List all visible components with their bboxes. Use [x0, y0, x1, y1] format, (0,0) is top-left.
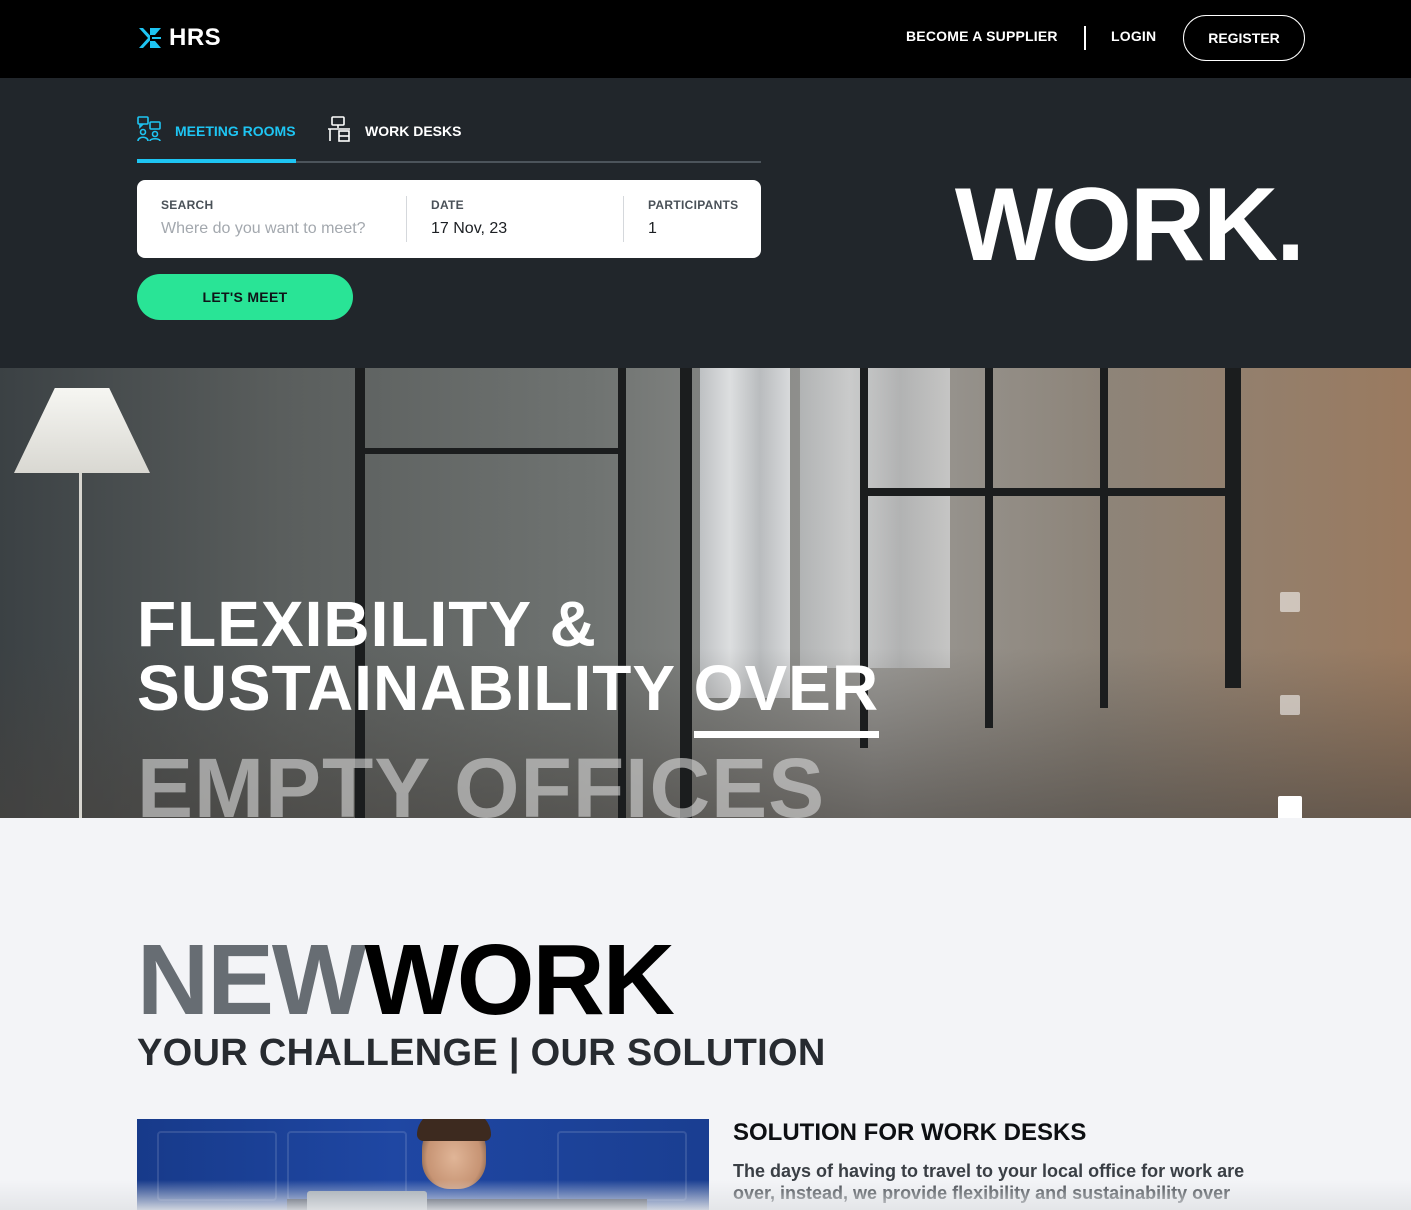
logo-text: HRS	[169, 24, 222, 51]
participants-label: PARTICIPANTS	[648, 198, 739, 212]
work-headline: WORK.	[954, 167, 1305, 283]
hero-line-3: EMPTY OFFICES	[137, 741, 826, 818]
hrs-logo[interactable]: HRS	[137, 24, 221, 52]
newwork-new: NEW	[137, 924, 366, 1036]
work-desk-icon	[328, 116, 350, 142]
login-link[interactable]: LOGIN	[1111, 28, 1156, 44]
top-navigation: HRS BECOME A SUPPLIER LOGIN REGISTER	[0, 0, 1411, 78]
slide-indicator-1[interactable]	[1280, 592, 1300, 612]
photo-person-hair	[417, 1119, 491, 1141]
search-form: SEARCH DATE 17 Nov, 23 PARTICIPANTS 1	[137, 180, 761, 258]
hero-line-2-text: SUSTAINABILITY	[137, 652, 675, 724]
date-field[interactable]: DATE 17 Nov, 23	[431, 198, 507, 238]
newwork-work: WORK	[364, 924, 675, 1036]
hero-image-window-bar	[365, 448, 620, 454]
search-field: SEARCH	[161, 198, 391, 238]
become-supplier-link[interactable]: BECOME A SUPPLIER	[906, 28, 1058, 44]
tab-work-desks-label: WORK DESKS	[365, 123, 462, 139]
slide-indicator-3[interactable]	[1278, 796, 1302, 818]
highlight-underline	[693, 731, 880, 738]
hero-image-lamp	[14, 388, 150, 473]
field-divider	[623, 196, 624, 242]
solution-title: SOLUTION FOR WORK DESKS	[733, 1119, 1087, 1146]
hero-line-1: FLEXIBILITY &	[137, 588, 597, 660]
tab-meeting-rooms-label: MEETING ROOMS	[175, 123, 296, 139]
hero-banner: FLEXIBILITY & SUSTAINABILITY OVER EMPTY …	[0, 368, 1411, 818]
hero-highlight-text: OVER	[693, 652, 880, 724]
participants-field[interactable]: PARTICIPANTS 1	[648, 198, 739, 238]
hero-image-door-frame	[1225, 368, 1241, 688]
search-label: SEARCH	[161, 198, 214, 212]
date-label: DATE	[431, 198, 464, 212]
newwork-heading: NEWWORK	[137, 924, 675, 1036]
hero-highlight-word: OVER	[693, 656, 880, 738]
tab-work-desks[interactable]: WORK DESKS	[327, 116, 461, 163]
slide-indicator-2[interactable]	[1280, 695, 1300, 715]
lets-meet-button[interactable]: LET'S MEET	[137, 274, 353, 320]
hrs-logo-icon	[139, 28, 161, 48]
meeting-rooms-icon	[137, 116, 161, 142]
hero-line-2: SUSTAINABILITY OVER	[137, 656, 880, 738]
participants-value: 1	[648, 220, 657, 237]
search-input[interactable]	[161, 220, 391, 238]
date-value: 17 Nov, 23	[431, 220, 508, 237]
bottom-fade	[0, 1180, 1411, 1210]
field-divider	[406, 196, 407, 242]
hero-image-door-frame	[1100, 368, 1108, 708]
challenge-subtitle: YOUR CHALLENGE | OUR SOLUTION	[137, 1032, 826, 1074]
booking-tabs: MEETING ROOMS WORK DESKS	[137, 116, 761, 163]
tab-meeting-rooms[interactable]: MEETING ROOMS	[137, 116, 296, 163]
nav-divider	[1084, 26, 1086, 50]
hero-image-window-bar	[860, 488, 1240, 496]
hero-headline: FLEXIBILITY & SUSTAINABILITY OVER	[137, 588, 880, 738]
register-button[interactable]: REGISTER	[1183, 15, 1305, 61]
hero-image-door-frame	[985, 368, 993, 728]
hero-image-lamp-pole	[79, 473, 82, 818]
search-panel: MEETING ROOMS WORK DESKS SEARCH DATE 17 …	[0, 78, 1411, 368]
